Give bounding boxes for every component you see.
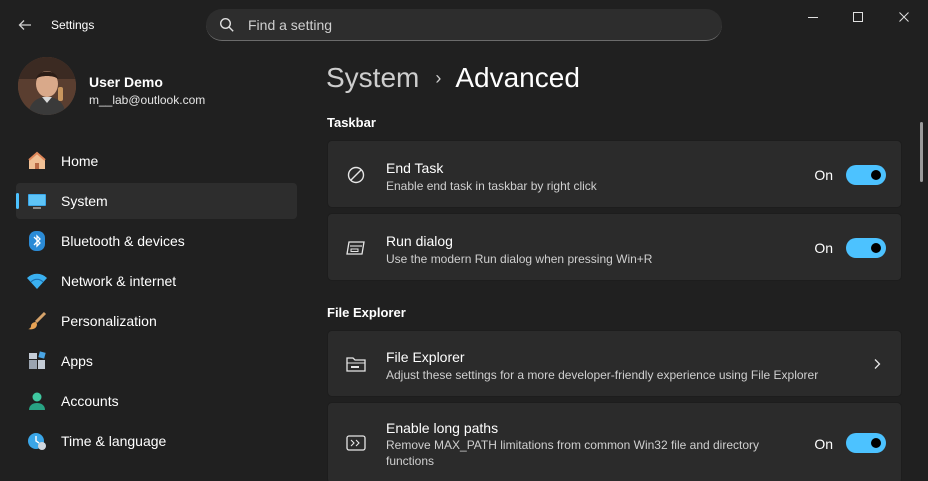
section-title-taskbar: Taskbar (327, 115, 376, 130)
sidebar-item-accounts[interactable]: Accounts (16, 383, 297, 419)
end-task-toggle[interactable] (846, 165, 886, 185)
setting-description: Remove MAX_PATH limitations from common … (386, 438, 760, 468)
file-explorer-icon (346, 354, 366, 374)
setting-title: End Task (386, 160, 444, 176)
setting-description: Enable end task in taskbar by right clic… (386, 179, 597, 193)
sidebar-item-personalization[interactable]: Personalization (16, 303, 297, 339)
toggle-state-label: On (814, 167, 833, 183)
sidebar-item-label: Apps (61, 353, 93, 369)
setting-description: Adjust these settings for a more develop… (386, 368, 819, 382)
home-icon (26, 150, 48, 172)
back-arrow-icon (18, 20, 31, 30)
search-icon (219, 17, 234, 32)
setting-card-end-task: End Task Enable end task in taskbar by r… (327, 140, 902, 208)
maximize-icon (853, 12, 863, 22)
profile-name: User Demo (89, 74, 163, 90)
sidebar-item-time-language[interactable]: Time & language (16, 423, 297, 459)
chevron-right-icon (874, 359, 881, 369)
sidebar-item-bluetooth[interactable]: Bluetooth & devices (16, 223, 297, 259)
end-task-icon (346, 165, 366, 185)
accounts-icon (26, 390, 48, 412)
long-paths-toggle[interactable] (846, 433, 886, 453)
sidebar-item-home[interactable]: Home (16, 143, 297, 179)
sidebar-item-label: Accounts (61, 393, 119, 409)
bluetooth-icon (26, 230, 48, 252)
search-box[interactable]: Find a setting (206, 9, 722, 41)
sidebar-item-label: Home (61, 153, 99, 169)
breadcrumb-parent[interactable]: System (326, 62, 419, 94)
toggle-state-label: On (814, 436, 833, 452)
setting-card-run-dialog: Run dialog Use the modern Run dialog whe… (327, 213, 902, 281)
profile-email: m__lab@outlook.com (89, 93, 206, 107)
sidebar-item-label: Time & language (61, 433, 167, 449)
sidebar-item-network[interactable]: Network & internet (16, 263, 297, 299)
minimize-button[interactable] (790, 0, 836, 34)
section-title-file-explorer: File Explorer (327, 305, 406, 320)
setting-title: Enable long paths (386, 420, 499, 436)
scrollbar[interactable] (920, 122, 923, 182)
sidebar-item-label: Network & internet (61, 273, 177, 289)
app-title: Settings (51, 18, 95, 32)
sidebar-item-apps[interactable]: Apps (16, 343, 297, 379)
setting-card-file-explorer[interactable]: File Explorer Adjust these settings for … (327, 330, 902, 397)
sidebar-item-label: Bluetooth & devices (61, 233, 185, 249)
sidebar-item-system[interactable]: System (16, 183, 297, 219)
setting-card-long-paths: Enable long paths Remove MAX_PATH limita… (327, 402, 902, 481)
minimize-icon (808, 17, 818, 18)
page-title: Advanced (455, 62, 580, 93)
sidebar-item-label: Personalization (61, 313, 157, 329)
wifi-icon (26, 270, 48, 292)
setting-title: File Explorer (386, 349, 465, 365)
close-button[interactable] (881, 0, 927, 34)
paintbrush-icon (26, 310, 48, 332)
toggle-state-label: On (814, 240, 833, 256)
avatar[interactable] (18, 57, 76, 115)
breadcrumb: System › Advanced (326, 58, 580, 98)
setting-title: Run dialog (386, 233, 453, 249)
sidebar-nav: Home System Bluetooth & devices Network … (16, 143, 297, 463)
sidebar-item-label: System (61, 193, 108, 209)
run-dialog-icon (346, 238, 366, 258)
long-paths-icon (346, 433, 366, 453)
run-dialog-toggle[interactable] (846, 238, 886, 258)
time-language-icon (26, 430, 48, 452)
maximize-button[interactable] (835, 0, 881, 34)
back-button[interactable] (12, 12, 38, 38)
title-bar: Settings Find a setting (0, 0, 928, 48)
breadcrumb-separator: › (435, 67, 442, 88)
search-input[interactable]: Find a setting (248, 17, 332, 33)
close-icon (899, 12, 909, 22)
setting-description: Use the modern Run dialog when pressing … (386, 252, 653, 266)
system-display-icon (26, 190, 48, 212)
apps-icon (26, 350, 48, 372)
